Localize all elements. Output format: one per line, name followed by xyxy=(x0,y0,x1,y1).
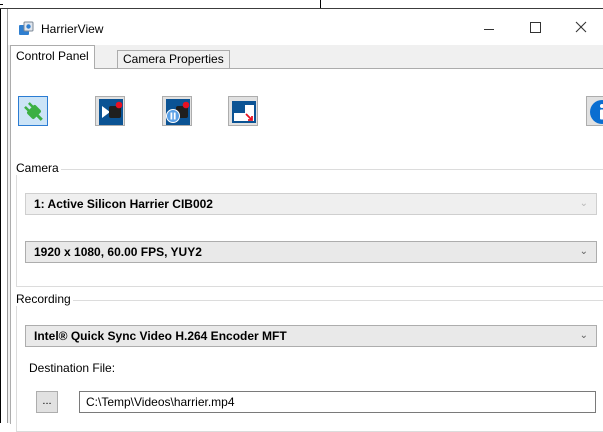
chevron-down-icon: ⌄ xyxy=(579,330,588,341)
destination-file-label: Destination File: xyxy=(29,361,116,375)
app-icon xyxy=(19,21,34,35)
video-format-dropdown[interactable]: 1920 x 1080, 60.00 FPS, YUY2 ⌄ xyxy=(25,241,597,263)
info-button[interactable] xyxy=(586,96,603,126)
browse-button[interactable]: ... xyxy=(36,391,58,413)
recording-group-label: Recording xyxy=(14,292,73,306)
tab-control-panel[interactable]: Control Panel xyxy=(10,45,95,69)
pause-camera-icon xyxy=(166,99,190,125)
camera-device-value: 1: Active Silicon Harrier CIB002 xyxy=(34,197,213,211)
close-icon xyxy=(575,21,587,33)
camera-group xyxy=(16,169,603,287)
encoder-dropdown[interactable]: Intel® Quick Sync Video H.264 Encoder MF… xyxy=(25,325,597,347)
window-title: HarrierView xyxy=(41,22,104,36)
background-edge xyxy=(0,9,7,423)
close-button[interactable] xyxy=(558,9,603,45)
chevron-down-icon: ⌄ xyxy=(579,198,588,209)
camera-device-dropdown[interactable]: 1: Active Silicon Harrier CIB002 ⌄ xyxy=(25,193,597,215)
tab-camera-properties[interactable]: Camera Properties xyxy=(117,50,230,69)
connect-plug-icon xyxy=(24,102,43,121)
connect-button[interactable] xyxy=(18,96,48,126)
window-resize-icon xyxy=(232,101,256,123)
minimize-button[interactable] xyxy=(466,9,512,45)
record-camera-icon xyxy=(99,99,123,125)
minimize-icon xyxy=(484,29,494,30)
camera-group-label: Camera xyxy=(14,161,61,175)
app-window: HarrierView Control Panel Camera Propert… xyxy=(7,9,603,432)
background-strip xyxy=(0,0,603,9)
control-panel: Camera 1: Active Silicon Harrier CIB002 … xyxy=(10,68,603,432)
video-format-value: 1920 x 1080, 60.00 FPS, YUY2 xyxy=(34,245,202,259)
title-bar[interactable]: HarrierView xyxy=(8,9,603,45)
window-button[interactable] xyxy=(228,96,258,126)
info-icon xyxy=(590,100,603,124)
chevron-down-icon: ⌄ xyxy=(579,246,588,257)
maximize-button[interactable] xyxy=(512,9,558,45)
maximize-icon xyxy=(530,22,541,33)
destination-file-input[interactable]: C:\Temp\Videos\harrier.mp4 xyxy=(79,391,596,413)
pause-record-button[interactable] xyxy=(162,96,192,126)
encoder-value: Intel® Quick Sync Video H.264 Encoder MF… xyxy=(34,329,287,343)
record-button[interactable] xyxy=(95,96,125,126)
